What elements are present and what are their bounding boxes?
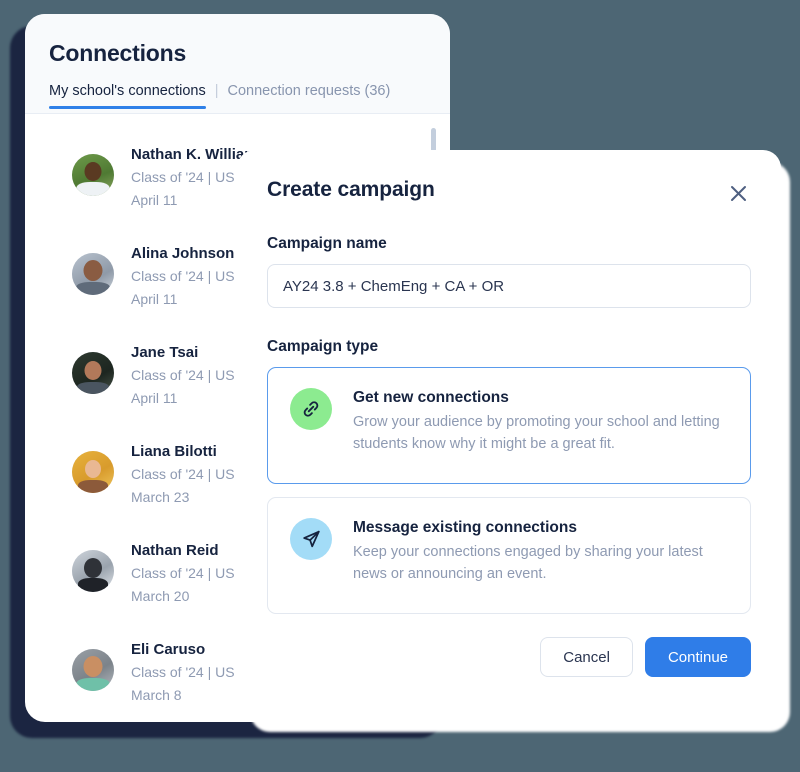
screenshot-stage: Connections My school's connections | Co… [0,0,800,772]
avatar [72,154,114,196]
campaign-type-option-message-existing-connections[interactable]: Message existing connections Keep your c… [267,497,751,614]
list-scrollbar-thumb[interactable] [431,128,436,152]
close-icon[interactable] [725,180,751,206]
modal-footer: Cancel Continue [267,637,751,677]
avatar [72,451,114,493]
campaign-type-text: Message existing connections Keep your c… [353,518,728,591]
campaign-name-input[interactable] [267,264,751,308]
campaign-name-label: Campaign name [267,235,387,252]
campaign-type-description: Grow your audience by promoting your sch… [353,414,720,452]
link-chain-icon [290,388,332,430]
avatar [72,649,114,691]
avatar [72,550,114,592]
campaign-type-text: Get new connections Grow your audience b… [353,388,728,461]
tab-my-schools-connections[interactable]: My school's connections [49,83,206,109]
campaign-type-title: Get new connections [353,389,509,406]
avatar [72,352,114,394]
campaign-type-option-get-new-connections[interactable]: Get new connections Grow your audience b… [267,367,751,484]
modal-header: Create campaign [267,178,751,206]
panel-header: Connections My school's connections | Co… [25,14,450,114]
campaign-type-title: Message existing connections [353,519,577,536]
paper-plane-icon [290,518,332,560]
modal-title: Create campaign [267,178,435,201]
create-campaign-modal: Create campaign Campaign name Campaign t… [237,150,781,722]
avatar [72,253,114,295]
tab-label: My school's connections [49,83,206,99]
tab-bar: My school's connections | Connection req… [49,83,450,109]
tab-connection-requests[interactable]: Connection requests (36) [228,83,391,109]
tab-separator: | [214,83,219,99]
campaign-type-description: Keep your connections engaged by sharing… [353,544,703,582]
cancel-button[interactable]: Cancel [540,637,633,677]
campaign-type-label: Campaign type [267,338,379,355]
page-title: Connections [49,40,187,66]
tab-label: Connection requests (36) [227,83,391,99]
continue-button[interactable]: Continue [644,637,751,677]
